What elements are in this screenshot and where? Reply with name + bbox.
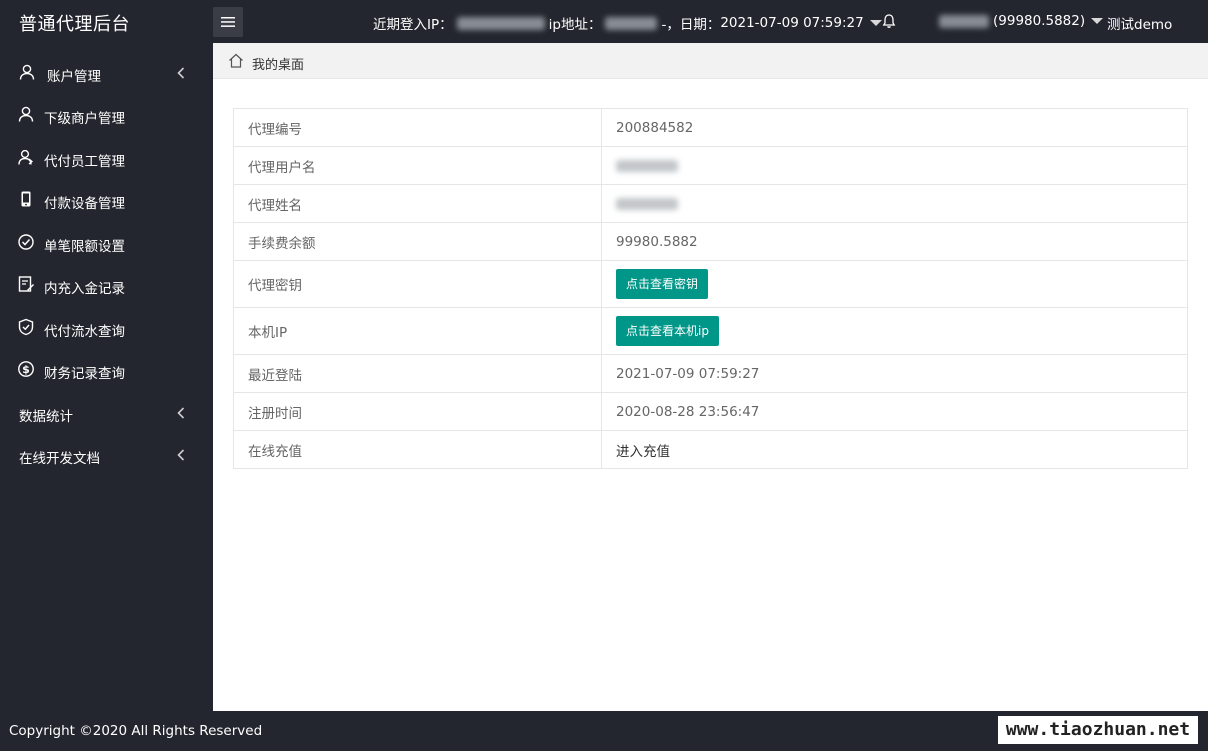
- redacted-username: [616, 159, 678, 172]
- table-row: 最近登陆 2021-07-09 07:59:27: [233, 354, 1188, 393]
- view-ip-button[interactable]: 点击查看本机ip: [616, 316, 719, 346]
- watermark: www.tiaozhuan.net: [998, 716, 1198, 744]
- sidebar-item-label: 下级商户管理: [44, 111, 125, 127]
- sidebar-item-payout-staff[interactable]: 代付员工管理: [0, 137, 213, 179]
- table-row: 代理编号 200884582: [233, 108, 1188, 147]
- sidebar-item-label: 在线开发文档: [19, 451, 100, 467]
- row-key: 手续费余额: [233, 222, 602, 261]
- row-value: 2020-08-28 23:56:47: [601, 392, 1188, 431]
- table-row: 代理密钥 点击查看密钥: [233, 260, 1188, 308]
- ip-addr-label: ip地址：: [548, 17, 602, 33]
- menu-toggle-button[interactable]: [213, 7, 243, 37]
- top-header: 普通代理后台 近期登入IP： ip地址： -，日期： 2021-07-09 07…: [0, 0, 1208, 43]
- row-key: 代理姓名: [233, 184, 602, 223]
- sidebar-item-label: 内充入金记录: [44, 281, 125, 297]
- row-key: 代理编号: [233, 108, 602, 147]
- row-key: 最近登陆: [233, 354, 602, 393]
- sidebar-item-payout-flow[interactable]: 代付流水查询: [0, 307, 213, 349]
- phone-icon: [21, 191, 31, 207]
- row-value: 200884582: [601, 108, 1188, 147]
- redacted-name: [616, 197, 678, 210]
- hamburger-icon: [221, 17, 235, 27]
- sidebar-item-account[interactable]: 账户管理: [0, 52, 213, 94]
- sidebar-item-sub-merchants[interactable]: 下级商户管理: [0, 94, 213, 136]
- bell-icon[interactable]: [881, 13, 897, 29]
- edit-icon: [18, 276, 34, 292]
- row-value: [601, 184, 1188, 223]
- users-icon: [18, 149, 34, 165]
- row-key: 在线充值: [233, 430, 602, 469]
- caret-down-icon[interactable]: [869, 20, 882, 26]
- sidebar-item-label: 数据统计: [19, 409, 73, 425]
- dollar-circle-icon: $: [18, 361, 34, 377]
- sidebar-item-limit-settings[interactable]: 单笔限额设置: [0, 222, 213, 264]
- agent-info-table: 代理编号 200884582 代理用户名 代理姓名 手续费余额 99980.58…: [233, 108, 1188, 469]
- row-key: 代理用户名: [233, 146, 602, 185]
- user-name[interactable]: 测试demo: [1107, 13, 1172, 33]
- sidebar-item-finance-records[interactable]: $ 财务记录查询: [0, 349, 213, 391]
- caret-down-icon[interactable]: [1091, 18, 1104, 24]
- table-row: 代理姓名: [233, 184, 1188, 223]
- user-icon: [18, 106, 34, 122]
- login-info: 近期登入IP： ip地址： -，日期： 2021-07-09 07:59:27: [373, 13, 882, 33]
- login-ip-label: 近期登入IP：: [373, 17, 453, 33]
- row-value: [601, 146, 1188, 185]
- table-row: 本机IP 点击查看本机ip: [233, 307, 1188, 355]
- row-key: 代理密钥: [233, 260, 602, 308]
- recharge-link[interactable]: 进入充值: [601, 430, 1188, 469]
- shield-icon: [18, 318, 34, 336]
- sidebar-item-deposit-records[interactable]: 内充入金记录: [0, 264, 213, 306]
- date-prefix: -，日期：: [661, 17, 721, 33]
- row-key: 本机IP: [233, 307, 602, 355]
- account-menu[interactable]: (99980.5882): [935, 13, 1104, 29]
- redacted-account: [939, 14, 989, 28]
- sidebar-item-label: 付款设备管理: [44, 196, 125, 212]
- breadcrumb-label[interactable]: 我的桌面: [252, 54, 304, 73]
- balance-text: (99980.5882): [993, 13, 1086, 29]
- table-row: 注册时间 2020-08-28 23:56:47: [233, 392, 1188, 431]
- sidebar-item-label: 账户管理: [47, 69, 101, 85]
- chevron-left-icon: [177, 407, 185, 419]
- sidebar-item-dev-docs[interactable]: 在线开发文档: [0, 434, 213, 476]
- row-value: 2021-07-09 07:59:27: [601, 354, 1188, 393]
- sidebar-item-label: 财务记录查询: [44, 366, 125, 382]
- chevron-left-icon: [177, 67, 185, 79]
- sidebar-item-label: 单笔限额设置: [44, 239, 125, 255]
- svg-text:$: $: [22, 363, 30, 376]
- row-value: 99980.5882: [601, 222, 1188, 261]
- copyright-text: Copyright ©2020 All Rights Reserved: [9, 723, 263, 739]
- redacted-ip: [456, 16, 545, 30]
- sidebar-item-payment-devices[interactable]: 付款设备管理: [0, 179, 213, 221]
- sidebar-item-label: 代付流水查询: [44, 324, 125, 340]
- sidebar: 账户管理 下级商户管理 代付员工管理 付款设备管理 单笔限额设置 内充入金记录 …: [0, 43, 213, 711]
- brand-title: 普通代理后台: [19, 14, 130, 35]
- table-row: 在线充值 进入充值: [233, 430, 1188, 469]
- chevron-left-icon: [177, 449, 185, 461]
- login-date: 2021-07-09 07:59:27: [720, 15, 864, 31]
- row-value: 点击查看密钥: [601, 260, 1188, 308]
- row-value: 点击查看本机ip: [601, 307, 1188, 355]
- table-row: 代理用户名: [233, 146, 1188, 185]
- home-icon[interactable]: [228, 53, 244, 68]
- view-key-button[interactable]: 点击查看密钥: [616, 269, 709, 299]
- check-circle-icon: [18, 234, 34, 250]
- sidebar-item-statistics[interactable]: 数据统计: [0, 392, 213, 434]
- table-row: 手续费余额 99980.5882: [233, 222, 1188, 261]
- sidebar-item-label: 代付员工管理: [44, 154, 125, 170]
- row-key: 注册时间: [233, 392, 602, 431]
- breadcrumb: 我的桌面: [213, 43, 1208, 79]
- redacted-address: [605, 16, 658, 30]
- user-icon: [19, 64, 35, 80]
